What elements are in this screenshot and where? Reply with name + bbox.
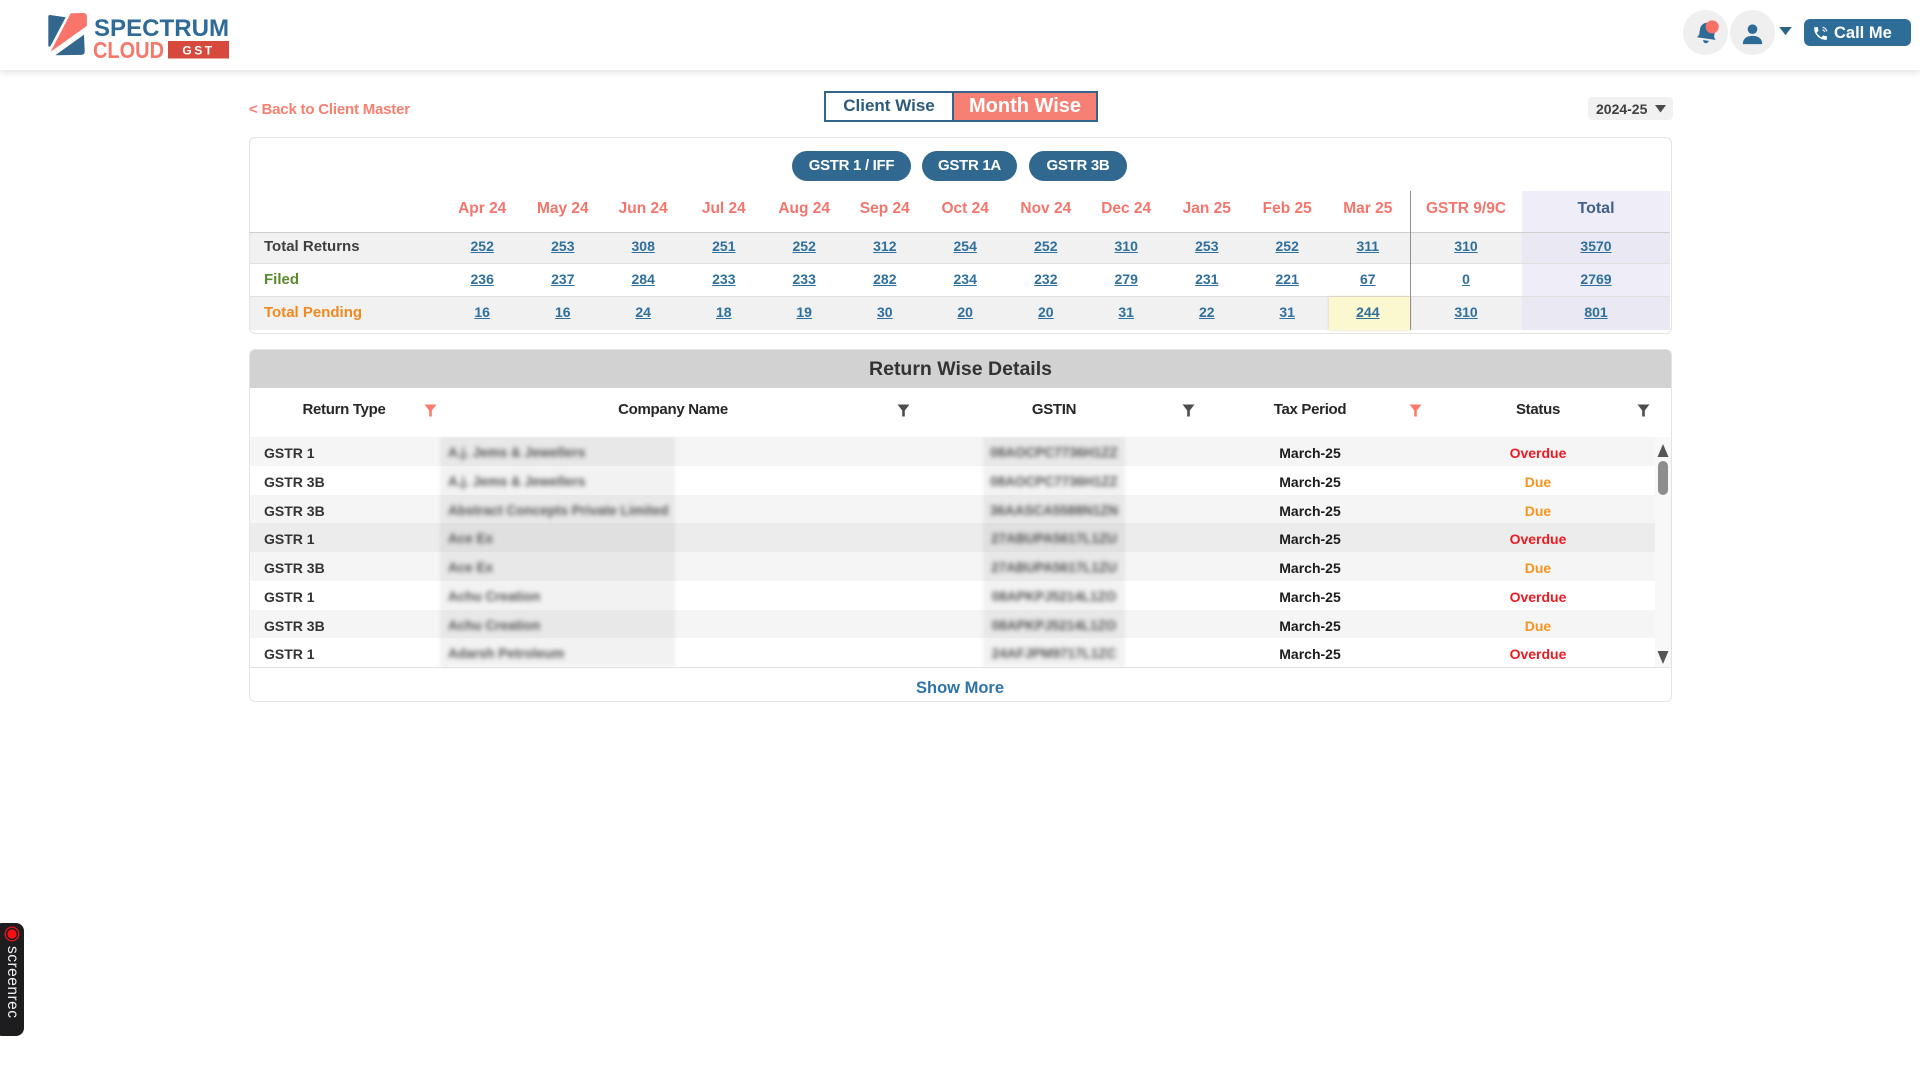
svg-text:GST: GST — [182, 44, 214, 58]
svg-text:CLOUD: CLOUD — [93, 37, 164, 60]
